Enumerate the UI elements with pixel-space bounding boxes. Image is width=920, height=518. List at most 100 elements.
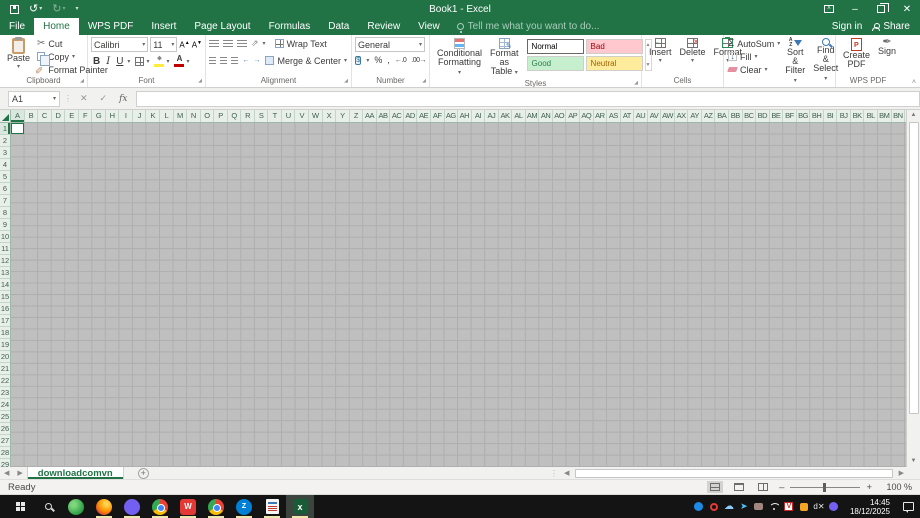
column-header-T[interactable]: T <box>268 110 282 122</box>
opera-tray-icon[interactable] <box>709 502 719 512</box>
column-header-BM[interactable]: BM <box>878 110 892 122</box>
font-family-select[interactable]: Calibri ▾ <box>91 37 149 52</box>
redo-button[interactable]: ↻ ▾ <box>52 3 65 15</box>
tab-page-layout[interactable]: Page Layout <box>185 18 259 35</box>
column-header-X[interactable]: X <box>323 110 337 122</box>
tab-review[interactable]: Review <box>358 18 409 35</box>
borders-button[interactable] <box>135 56 145 66</box>
column-header-BG[interactable]: BG <box>797 110 811 122</box>
camera-tray-icon[interactable] <box>754 502 764 512</box>
column-header-BA[interactable]: BA <box>715 110 729 122</box>
column-header-BL[interactable]: BL <box>864 110 878 122</box>
column-header-H[interactable]: H <box>106 110 120 122</box>
row-header-8[interactable]: 8 <box>0 207 10 219</box>
insert-function-button[interactable]: fx <box>115 94 131 104</box>
horizontal-scrollbar[interactable]: ⋮ ◀ ▶ <box>550 467 920 479</box>
collapse-ribbon-button[interactable]: ˄ <box>912 79 916 86</box>
wifi-tray-icon[interactable] <box>769 502 779 512</box>
column-header-BH[interactable]: BH <box>810 110 824 122</box>
column-header-AQ[interactable]: AQ <box>580 110 594 122</box>
splitter-handle[interactable]: ⋮ <box>550 469 558 478</box>
column-header-AZ[interactable]: AZ <box>702 110 716 122</box>
column-header-Y[interactable]: Y <box>336 110 350 122</box>
tab-home[interactable]: Home <box>34 18 79 35</box>
zoom-level-label[interactable]: 100 % <box>880 482 912 492</box>
column-header-AL[interactable]: AL <box>512 110 526 122</box>
column-header-AD[interactable]: AD <box>404 110 418 122</box>
column-header-O[interactable]: O <box>201 110 215 122</box>
firefox-app[interactable] <box>90 495 118 518</box>
styles-dialog-launcher[interactable]: ◢ <box>634 78 638 87</box>
select-all-corner[interactable] <box>0 110 11 123</box>
column-header-AX[interactable]: AX <box>675 110 689 122</box>
column-header-AK[interactable]: AK <box>499 110 513 122</box>
clear-button[interactable]: Clear ▾ <box>727 63 781 76</box>
row-header-9[interactable]: 9 <box>0 219 10 231</box>
column-header-AI[interactable]: AI <box>472 110 486 122</box>
column-header-AV[interactable]: AV <box>648 110 662 122</box>
column-header-S[interactable]: S <box>255 110 269 122</box>
column-header-BC[interactable]: BC <box>743 110 757 122</box>
column-header-V[interactable]: V <box>295 110 310 122</box>
search-button[interactable] <box>34 495 62 518</box>
cell-style-normal[interactable]: Normal <box>526 39 584 54</box>
vertical-scroll-thumb[interactable] <box>908 122 919 414</box>
column-header-I[interactable]: I <box>119 110 133 122</box>
page-break-view-button[interactable] <box>755 481 771 493</box>
grow-font-button[interactable]: A▲ <box>179 39 189 50</box>
zoom-slider[interactable] <box>790 482 861 492</box>
align-left-button[interactable] <box>209 56 217 65</box>
column-header-C[interactable]: C <box>38 110 52 122</box>
row-header-13[interactable]: 13 <box>0 267 10 279</box>
font-color-button[interactable]: A <box>174 55 185 67</box>
volume-muted-tray-icon[interactable]: d✕ <box>813 502 824 512</box>
coccoc-app[interactable] <box>62 495 90 518</box>
row-header-7[interactable]: 7 <box>0 195 10 207</box>
vertical-scrollbar[interactable]: ▲ ▼ <box>906 110 920 467</box>
increase-indent-button[interactable]: → <box>253 57 260 64</box>
column-header-AO[interactable]: AO <box>553 110 567 122</box>
formula-bar-handle[interactable]: ⋮ <box>64 94 72 103</box>
column-header-P[interactable]: P <box>214 110 228 122</box>
share-button[interactable]: Share <box>872 21 910 32</box>
align-center-button[interactable] <box>220 56 228 65</box>
customize-qat-button[interactable]: ▾ <box>75 4 78 15</box>
row-header-21[interactable]: 21 <box>0 363 10 375</box>
sign-button[interactable]: ✒ Sign <box>874 37 900 57</box>
number-dialog-launcher[interactable]: ◢ <box>422 76 426 86</box>
column-header-W[interactable]: W <box>309 110 323 122</box>
chrome-app-2[interactable] <box>202 495 230 518</box>
number-format-select[interactable]: General ▾ <box>355 37 425 52</box>
row-header-11[interactable]: 11 <box>0 243 10 255</box>
tab-formulas[interactable]: Formulas <box>260 18 320 35</box>
column-header-K[interactable]: K <box>146 110 161 122</box>
row-header-10[interactable]: 10 <box>0 231 10 243</box>
column-header-BJ[interactable]: BJ <box>837 110 851 122</box>
row-header-1[interactable]: 1 <box>0 123 10 135</box>
zoom-out-button[interactable]: – <box>779 482 784 493</box>
row-header-23[interactable]: 23 <box>0 387 10 399</box>
column-header-E[interactable]: E <box>65 110 79 122</box>
scroll-down-icon[interactable]: ▼ <box>911 456 917 467</box>
chrome-app[interactable] <box>146 495 174 518</box>
merge-center-button[interactable]: Merge & Center ▾ <box>264 54 348 67</box>
normal-view-button[interactable] <box>707 481 724 493</box>
column-header-D[interactable]: D <box>52 110 66 122</box>
telegram-tray-icon[interactable]: ➤ <box>739 501 749 512</box>
scroll-up-icon[interactable]: ▲ <box>911 110 917 121</box>
column-header-M[interactable]: M <box>174 110 188 122</box>
active-cell[interactable] <box>11 123 24 134</box>
hscroll-right-icon[interactable]: ▶ <box>895 469 908 477</box>
row-header-24[interactable]: 24 <box>0 399 10 411</box>
zoom-slider-thumb[interactable] <box>823 482 827 492</box>
paste-button[interactable]: Paste ▾ <box>3 37 34 73</box>
alignment-dialog-launcher[interactable]: ◢ <box>344 76 348 86</box>
row-header-15[interactable]: 15 <box>0 291 10 303</box>
column-header-N[interactable]: N <box>187 110 201 122</box>
onedrive-tray-icon[interactable]: ☁ <box>724 501 734 512</box>
cancel-entry-button[interactable]: ✕ <box>76 93 92 104</box>
sheet-tab-downloadcomvn[interactable]: downloadcomvn <box>26 467 124 479</box>
align-top-button[interactable] <box>209 39 219 48</box>
formula-input[interactable] <box>135 90 920 107</box>
zalo-app[interactable]: Z <box>230 495 258 518</box>
